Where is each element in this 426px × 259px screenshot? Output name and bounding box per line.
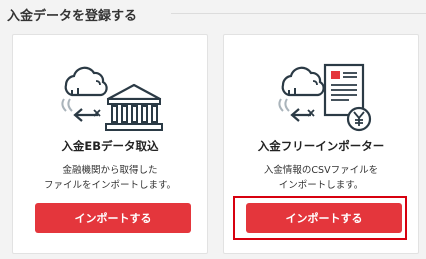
section-title-rule <box>171 13 426 14</box>
highlight-box <box>233 196 407 240</box>
card-description-line: インポートします。 <box>278 180 364 191</box>
card-description-line: 金融機関から取得した <box>62 165 158 176</box>
card-description-line: 入金情報のCSVファイルを <box>263 165 379 176</box>
section-title: 入金データを登録する <box>7 9 138 24</box>
eb-import-card: 入金EBデータ取込 金融機関から取得した ファイルをインポートします。 インポー… <box>12 34 208 254</box>
cloud-to-document-yen-icon <box>224 59 418 135</box>
card-description: 金融機関から取得した ファイルをインポートします。 <box>13 163 207 193</box>
cloud-to-bank-icon <box>13 59 207 135</box>
eb-import-button[interactable]: インポートする <box>35 203 191 233</box>
card-description: 入金情報のCSVファイルを インポートします。 <box>224 163 418 193</box>
card-title: 入金フリーインポーター <box>257 139 385 153</box>
card-description-line: ファイルをインポートします。 <box>43 180 177 191</box>
card-title: 入金EBデータ取込 <box>61 139 159 153</box>
